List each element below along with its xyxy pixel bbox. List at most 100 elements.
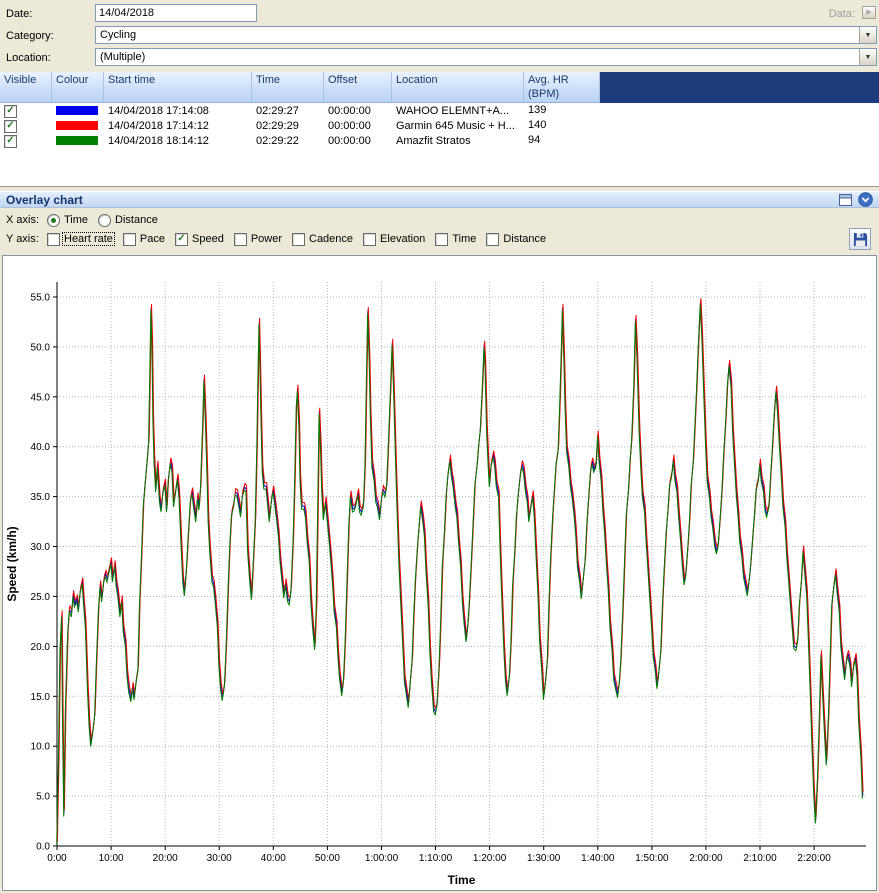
table-row[interactable]: ✓ 14/04/2018 18:14:12 02:29:22 00:00:00 …: [0, 133, 879, 148]
location-value: (Multiple): [96, 51, 859, 63]
cadence-checkbox[interactable]: ✓: [292, 233, 305, 246]
overlay-chart-section-header[interactable]: Overlay chart: [0, 191, 879, 208]
svg-text:35.0: 35.0: [31, 492, 51, 503]
pace-checkbox[interactable]: ✓: [123, 233, 136, 246]
chevron-down-icon: ▼: [865, 32, 872, 39]
svg-text:2:00:00: 2:00:00: [689, 853, 723, 864]
offset-cell: 00:00:00: [324, 135, 392, 147]
avg-hr-cell: 140: [524, 119, 600, 133]
date-label: Date:: [6, 8, 32, 20]
svg-text:1:50:00: 1:50:00: [635, 853, 669, 864]
check-icon: ✓: [6, 106, 14, 116]
y-axis-controls: Y axis: ✓Heart rate ✓Pace ✓Speed ✓Power …: [0, 231, 879, 247]
activities-table: Visible Colour Start time Time Offset Lo…: [0, 72, 879, 187]
x-axis-time-label[interactable]: Time: [63, 214, 89, 226]
svg-text:0:00: 0:00: [47, 853, 67, 864]
location-cell: WAHOO ELEMNT+A...: [392, 105, 524, 117]
visible-checkbox[interactable]: ✓: [4, 120, 17, 133]
chevron-down-icon: ▼: [865, 54, 872, 61]
data-label: Data:: [829, 8, 855, 20]
panel-layout-icon: [839, 194, 852, 206]
visible-checkbox[interactable]: ✓: [4, 135, 17, 148]
save-chart-button[interactable]: [849, 228, 871, 250]
distance-label[interactable]: Distance: [502, 233, 547, 245]
category-combobox[interactable]: Cycling ▼: [95, 26, 877, 44]
x-axis-distance-label[interactable]: Distance: [114, 214, 159, 226]
elevation-label[interactable]: Elevation: [379, 233, 426, 245]
time-checkbox[interactable]: ✓: [435, 233, 448, 246]
date-input[interactable]: [96, 7, 256, 19]
svg-text:1:20:00: 1:20:00: [473, 853, 507, 864]
category-dropdown-button[interactable]: ▼: [859, 27, 876, 43]
check-icon: ✓: [177, 234, 185, 244]
svg-text:40:00: 40:00: [261, 853, 286, 864]
y-axis-label: Y axis:: [6, 233, 47, 245]
check-icon: ✓: [6, 136, 14, 146]
svg-text:1:40:00: 1:40:00: [581, 853, 615, 864]
svg-text:2:10:00: 2:10:00: [743, 853, 777, 864]
overlay-chart-svg: 0.05.010.015.020.025.030.035.040.045.050…: [3, 256, 876, 890]
svg-text:30:00: 30:00: [207, 853, 232, 864]
svg-text:20:00: 20:00: [153, 853, 178, 864]
svg-text:45.0: 45.0: [31, 392, 51, 403]
svg-text:15.0: 15.0: [31, 692, 51, 703]
start-time-cell: 14/04/2018 18:14:12: [104, 135, 252, 147]
activity-overlay-window: Date: Data: ▶ Category: Cycling ▼ Locati…: [0, 0, 879, 893]
svg-text:1:00:00: 1:00:00: [365, 853, 399, 864]
heart-rate-label[interactable]: Heart rate: [63, 233, 114, 245]
location-label: Location:: [6, 52, 51, 64]
panel-layout-button[interactable]: [839, 194, 852, 206]
colour-swatch: [56, 106, 98, 115]
svg-text:25.0: 25.0: [31, 592, 51, 603]
x-axis-controls: X axis: Time Distance: [0, 212, 879, 228]
svg-text:50.0: 50.0: [31, 342, 51, 353]
colour-swatch: [56, 121, 98, 130]
svg-text:10:00: 10:00: [99, 853, 124, 864]
time-label[interactable]: Time: [451, 233, 477, 245]
pace-label[interactable]: Pace: [139, 233, 166, 245]
column-header-offset[interactable]: Offset: [324, 72, 392, 103]
svg-text:50:00: 50:00: [315, 853, 340, 864]
power-label[interactable]: Power: [250, 233, 283, 245]
category-label: Category:: [6, 30, 54, 42]
section-title: Overlay chart: [6, 193, 839, 207]
column-header-avg-hr[interactable]: Avg. HR (BPM): [524, 72, 600, 103]
location-dropdown-button[interactable]: ▼: [859, 49, 876, 65]
time-cell: 02:29:22: [252, 135, 324, 147]
x-axis-label: X axis:: [6, 214, 47, 226]
table-row[interactable]: ✓ 14/04/2018 17:14:12 02:29:29 00:00:00 …: [0, 118, 879, 133]
svg-text:55.0: 55.0: [31, 293, 51, 304]
x-axis-distance-radio[interactable]: [98, 214, 111, 227]
location-combobox[interactable]: (Multiple) ▼: [95, 48, 877, 66]
cadence-label[interactable]: Cadence: [308, 233, 354, 245]
collapse-section-button[interactable]: [858, 192, 873, 207]
column-header-location[interactable]: Location: [392, 72, 524, 103]
distance-checkbox[interactable]: ✓: [486, 233, 499, 246]
speed-checkbox[interactable]: ✓: [175, 233, 188, 246]
offset-cell: 00:00:00: [324, 120, 392, 132]
avg-hr-cell: 139: [524, 104, 600, 118]
column-header-visible[interactable]: Visible: [0, 72, 52, 103]
chart-series-2: [57, 305, 863, 845]
location-cell: Garmin 645 Music + H...: [392, 120, 524, 132]
heart-rate-checkbox[interactable]: ✓: [47, 233, 60, 246]
column-header-time[interactable]: Time: [252, 72, 324, 103]
elevation-checkbox[interactable]: ✓: [363, 233, 376, 246]
date-input-box: [95, 4, 257, 22]
column-header-start-time[interactable]: Start time: [104, 72, 252, 103]
data-dropdown-button[interactable]: ▶: [862, 6, 876, 19]
table-row[interactable]: ✓ 14/04/2018 17:14:08 02:29:27 00:00:00 …: [0, 103, 879, 118]
svg-text:30.0: 30.0: [31, 542, 51, 553]
table-header: Visible Colour Start time Time Offset Lo…: [0, 72, 879, 103]
colour-swatch: [56, 136, 98, 145]
category-value: Cycling: [96, 29, 859, 41]
visible-checkbox[interactable]: ✓: [4, 105, 17, 118]
speed-label[interactable]: Speed: [191, 233, 225, 245]
avg-hr-cell: 94: [524, 134, 600, 148]
column-header-colour[interactable]: Colour: [52, 72, 104, 103]
svg-text:40.0: 40.0: [31, 442, 51, 453]
x-axis-time-radio[interactable]: [47, 214, 60, 227]
power-checkbox[interactable]: ✓: [234, 233, 247, 246]
time-cell: 02:29:27: [252, 105, 324, 117]
check-icon: ✓: [6, 121, 14, 131]
